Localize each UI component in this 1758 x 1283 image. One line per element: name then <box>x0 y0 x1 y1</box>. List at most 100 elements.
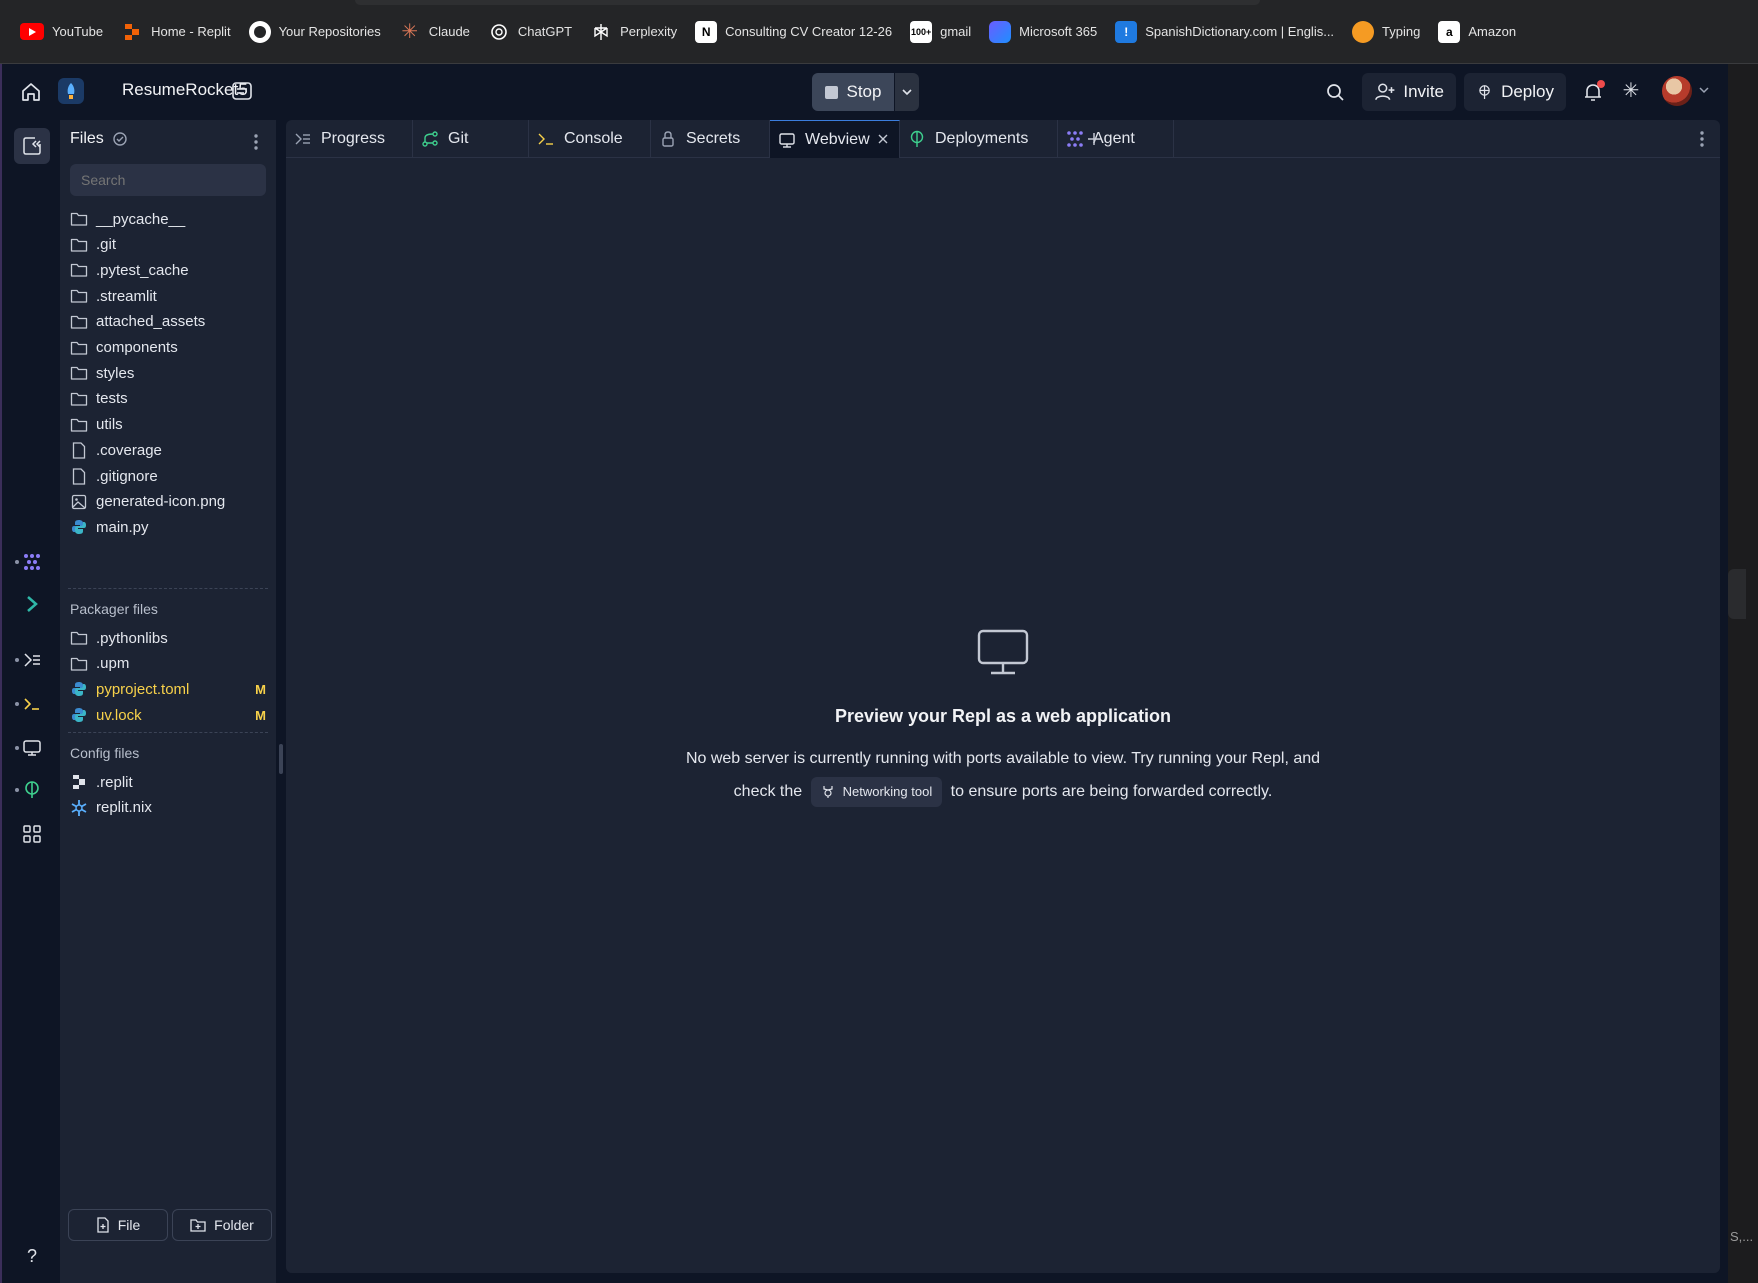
claude-icon: ✳ <box>401 21 419 43</box>
file-name: components <box>96 339 178 356</box>
python-file-icon <box>70 706 88 724</box>
search-icon[interactable] <box>1322 79 1348 105</box>
networking-tool-chip[interactable]: Networking tool <box>810 776 943 807</box>
tab-secrets[interactable]: Secrets <box>651 120 770 158</box>
files-menu-icon[interactable] <box>246 130 266 154</box>
help-icon[interactable]: ? <box>14 1238 50 1274</box>
run-options-dropdown[interactable] <box>895 73 919 111</box>
deploy-icon <box>1479 85 1490 99</box>
youtube-icon <box>20 23 44 40</box>
progress-icon <box>294 130 312 148</box>
file-item-replit[interactable]: .replit <box>60 768 276 796</box>
bookmark-consulting-cv[interactable]: N Consulting CV Creator 12-26 <box>691 15 902 49</box>
file-name: .upm <box>96 655 130 673</box>
file-item-uv-lock[interactable]: uv.lock M <box>60 701 276 729</box>
bookmark-your-repositories[interactable]: Your Repositories <box>245 15 391 49</box>
bookmark-chatgpt[interactable]: ChatGPT <box>484 15 582 49</box>
assistant-rail-icon[interactable] <box>14 586 50 622</box>
home-icon[interactable] <box>18 79 44 105</box>
file-item-main-py[interactable]: main.py <box>60 513 276 541</box>
pane-menu-icon[interactable] <box>1692 128 1712 150</box>
networking-icon <box>823 785 833 798</box>
folder-icon <box>70 313 88 331</box>
invite-button[interactable]: Invite <box>1362 73 1456 111</box>
python-file-icon <box>70 680 88 698</box>
project-name[interactable]: ResumeRocket5 <box>122 80 248 100</box>
file-item-gitignore[interactable]: .gitignore <box>60 462 276 490</box>
folder-item-tests[interactable]: tests <box>60 385 276 413</box>
bookmark-microsoft-365[interactable]: Microsoft 365 <box>985 15 1107 49</box>
folder-item-git[interactable]: .git <box>60 231 276 259</box>
bookmark-gmail[interactable]: 100+ gmail <box>906 15 981 49</box>
folder-item-pycache[interactable]: __pycache__ <box>60 205 276 233</box>
folder-item-pythonlibs[interactable]: .pythonlibs <box>60 624 276 652</box>
notifications-bell-icon[interactable] <box>1580 79 1606 105</box>
folder-item-attached-assets[interactable]: attached_assets <box>60 308 276 336</box>
new-folder-button[interactable]: Folder <box>172 1209 272 1241</box>
lock-icon <box>659 130 677 148</box>
project-info-icon[interactable] <box>230 79 254 103</box>
side-panel-handle[interactable] <box>1728 569 1746 619</box>
folder-item-utils[interactable]: utils <box>60 411 276 439</box>
amazon-icon: a <box>1438 20 1461 43</box>
collapse-files-icon[interactable] <box>14 128 50 164</box>
avatar[interactable] <box>1662 76 1692 106</box>
folder-item-pytest-cache[interactable]: .pytest_cache <box>60 256 276 284</box>
chatgpt-icon <box>488 21 510 43</box>
folder-item-components[interactable]: components <box>60 334 276 362</box>
file-name: __pycache__ <box>96 210 186 228</box>
window-top-notch <box>355 0 1260 5</box>
add-tab-icon[interactable] <box>1084 129 1104 149</box>
console-rail-icon[interactable] <box>14 686 50 722</box>
bookmark-spanishdictionary[interactable]: ! SpanishDictionary.com | Englis... <box>1111 15 1344 49</box>
bookmark-youtube[interactable]: YouTube <box>16 15 113 49</box>
perplexity-icon <box>590 21 612 43</box>
file-item-coverage[interactable]: .coverage <box>60 436 276 464</box>
tab-progress[interactable]: Progress <box>286 120 413 158</box>
agent-icon <box>1066 130 1084 148</box>
tab-agent[interactable]: Agent <box>1058 120 1174 158</box>
folder-icon <box>70 261 88 279</box>
file-name: .streamlit <box>96 287 157 305</box>
browser-side-strip: S,... <box>1728 64 1758 1283</box>
folder-item-styles[interactable]: styles <box>60 359 276 387</box>
divider <box>68 732 268 733</box>
sparkle-icon[interactable]: ✳ <box>1618 78 1644 104</box>
all-tools-grid-icon[interactable] <box>14 816 50 852</box>
folder-item-upm[interactable]: .upm <box>60 650 276 678</box>
stop-icon <box>824 85 838 99</box>
stop-button[interactable]: Stop <box>812 73 894 111</box>
modified-badge: M <box>255 707 266 723</box>
webview-rail-icon[interactable] <box>14 730 50 766</box>
folder-item-streamlit[interactable]: .streamlit <box>60 282 276 310</box>
file-item-pyproject-toml[interactable]: pyproject.toml M <box>60 675 276 703</box>
progress-rail-icon[interactable] <box>14 642 50 678</box>
files-search-input[interactable] <box>70 164 266 196</box>
agent-rail-icon[interactable] <box>14 544 50 580</box>
bookmark-amazon[interactable]: a Amazon <box>1434 15 1526 49</box>
deploy-button[interactable]: Deploy <box>1464 73 1566 111</box>
file-icon <box>70 467 88 485</box>
project-avatar-icon[interactable] <box>58 78 84 104</box>
chevron-down-icon[interactable] <box>1696 82 1712 98</box>
bookmark-typing[interactable]: Typing <box>1348 15 1430 49</box>
close-icon[interactable] <box>875 131 891 147</box>
bookmark-claude[interactable]: ✳ Claude <box>395 15 480 49</box>
file-name: .replit <box>96 773 133 791</box>
file-item-replit-nix[interactable]: replit.nix <box>60 794 276 822</box>
tab-webview[interactable]: Webview <box>770 120 900 158</box>
folder-icon <box>70 390 88 408</box>
new-file-button[interactable]: File <box>68 1209 168 1241</box>
deployments-rail-icon[interactable] <box>14 772 50 808</box>
tab-git[interactable]: Git <box>413 120 529 158</box>
replit-icon <box>121 21 143 43</box>
tab-console[interactable]: Console <box>529 120 651 158</box>
file-item-generated-icon-png[interactable]: generated-icon.png <box>60 488 276 516</box>
bookmark-home-replit[interactable]: Home - Replit <box>117 15 240 49</box>
sync-check-icon <box>113 132 127 146</box>
replit-file-icon <box>70 773 88 791</box>
files-panel-title: Files <box>70 130 129 148</box>
bookmark-perplexity[interactable]: Perplexity <box>586 15 687 49</box>
panel-resize-handle[interactable] <box>279 744 283 774</box>
tab-deployments[interactable]: Deployments <box>900 120 1058 158</box>
